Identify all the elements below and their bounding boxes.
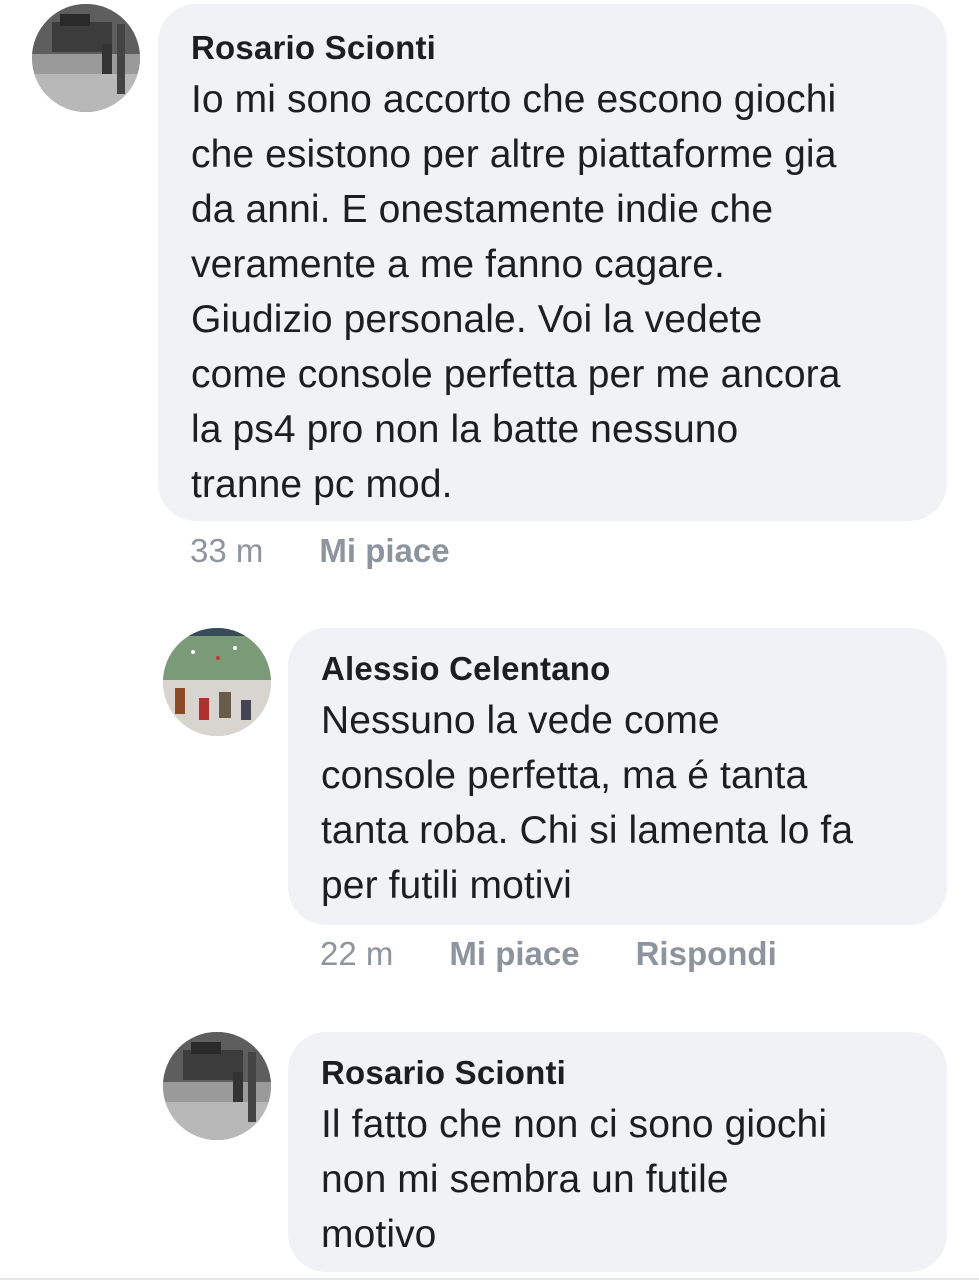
comment-line: motivo [321, 1213, 437, 1256]
avatar[interactable] [32, 4, 140, 112]
comment-bubble: Rosario Scionti Io mi sono accorto che e… [158, 4, 947, 521]
like-button[interactable]: Mi piace [449, 935, 579, 973]
comment-text: Nessuno la vede come console perfetta, m… [321, 693, 917, 913]
comment-line: Nessuno la vede come [321, 699, 720, 742]
comment-line: come console perfetta per me ancora [191, 353, 841, 396]
comment-line: per futili motivi [321, 864, 572, 907]
comment-line: Il fatto che non ci sono giochi [321, 1103, 828, 1146]
like-button[interactable]: Mi piace [319, 532, 449, 570]
comment-author[interactable]: Rosario Scionti [191, 28, 917, 68]
comment-bubble: Alessio Celentano Nessuno la vede come c… [288, 628, 947, 925]
comment-meta: 22 m Mi piace Rispondi [320, 934, 777, 974]
comment-timestamp: 22 m [320, 935, 394, 972]
comment-line: che esistono per altre piattaforme gia [191, 133, 837, 176]
profile-photo-icon [163, 628, 271, 736]
avatar[interactable] [163, 1032, 271, 1140]
comment-text: Il fatto che non ci sono giochi non mi s… [321, 1097, 917, 1262]
comment-timestamp: 33 m [190, 532, 264, 569]
comment-line: veramente a me fanno cagare. [191, 243, 725, 286]
comment-line: tranne pc mod. [191, 463, 453, 506]
comment-text: Io mi sono accorto che escono giochi che… [191, 72, 917, 512]
comment-author[interactable]: Alessio Celentano [321, 649, 917, 689]
comment-line: Io mi sono accorto che escono giochi [191, 78, 837, 121]
comment-line: tanta roba. Chi si lamenta lo fa [321, 809, 854, 852]
comment-bubble: Rosario Scionti Il fatto che non ci sono… [288, 1032, 947, 1272]
profile-photo-icon [32, 4, 140, 112]
comment-author[interactable]: Rosario Scionti [321, 1053, 917, 1093]
comment-line: da anni. E onestamente indie che [191, 188, 774, 231]
comment-meta: 33 m Mi piace [190, 531, 450, 571]
comment-line: non mi sembra un futile [321, 1158, 729, 1201]
profile-photo-icon [163, 1032, 271, 1140]
reply-button[interactable]: Rispondi [636, 935, 777, 973]
avatar[interactable] [163, 628, 271, 736]
comment-line: la ps4 pro non la batte nessuno [191, 408, 739, 451]
comment-line: console perfetta, ma é tanta [321, 754, 808, 797]
comment-line: Giudizio personale. Voi la vedete [191, 298, 763, 341]
